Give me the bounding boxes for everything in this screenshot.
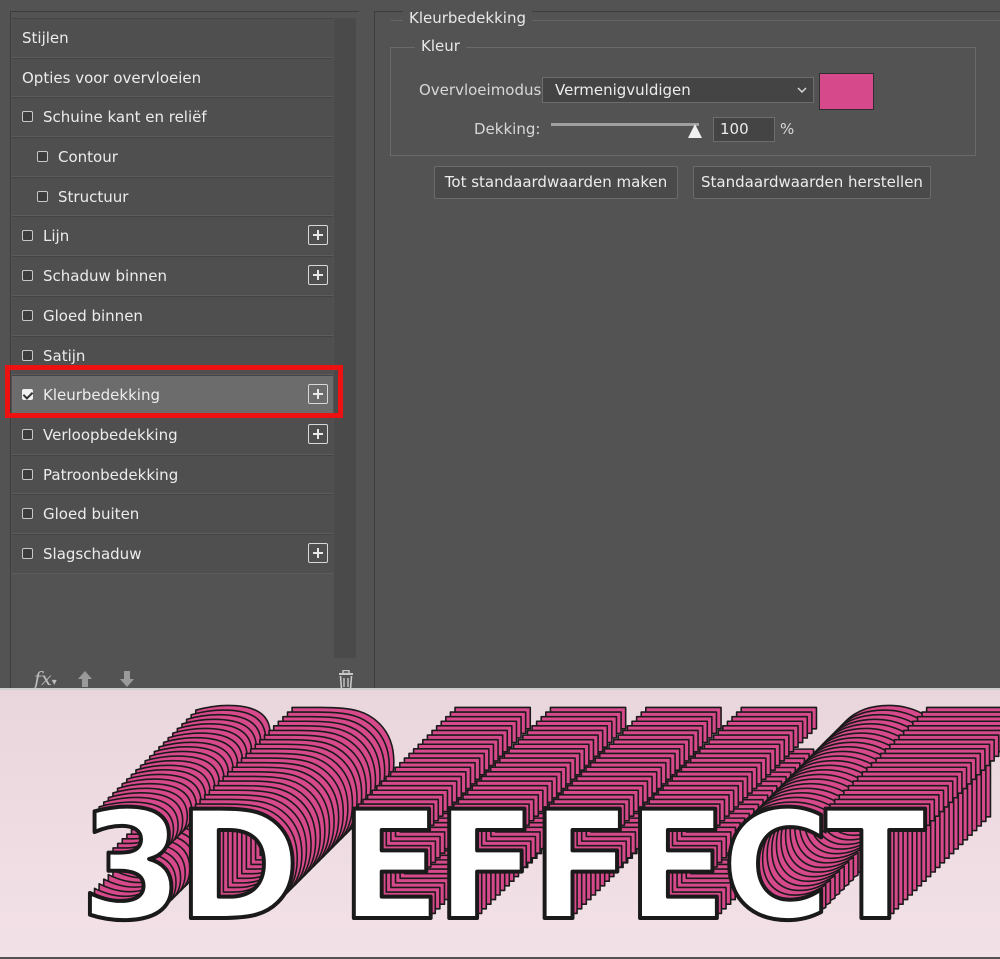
- make-default-button[interactable]: Tot standaardwaarden maken: [434, 166, 678, 199]
- fx-icon[interactable]: fx▾: [34, 668, 57, 690]
- style-item-label: Gloed buiten: [43, 505, 140, 524]
- blend-mode-label: Overvloeimodus:: [419, 81, 547, 99]
- text-face-letters: 3D EFFECT: [80, 780, 926, 954]
- 3d-text-preview: 3D EFFECT3D EFFECT3D EFFECT3D EFFECT3D E…: [78, 690, 1000, 956]
- style-item-label: Verloopbedekking: [43, 425, 178, 444]
- layer-style-dialog: Stijlen Opties voor overvloeien Schuine ka…: [0, 0, 1000, 690]
- style-item-verloopbedekking[interactable]: Verloopbedekking: [12, 414, 333, 455]
- style-item-kleurbedekking[interactable]: Kleurbedekking: [12, 375, 333, 415]
- text-face: 3D EFFECT: [78, 778, 934, 956]
- checkbox[interactable]: [37, 151, 48, 163]
- group-title: Kleurbedekking: [403, 9, 532, 27]
- checkbox[interactable]: [22, 508, 33, 520]
- checkbox[interactable]: [37, 190, 48, 202]
- opacity-input[interactable]: 100: [713, 117, 775, 142]
- style-item-gloed-binnen[interactable]: Gloed binnen: [12, 295, 333, 336]
- styles-list: Stijlen Opties voor overvloeien Schuine ka…: [12, 18, 333, 574]
- style-item-label: Patroonbedekking: [43, 465, 179, 484]
- checkbox[interactable]: [22, 349, 33, 361]
- style-item-label: Kleurbedekking: [43, 386, 160, 405]
- style-item-satijn[interactable]: Satijn: [12, 335, 333, 376]
- checkbox[interactable]: [22, 428, 33, 440]
- percent-label: %: [780, 120, 795, 138]
- checkbox[interactable]: [22, 309, 33, 321]
- color-group-title: Kleur: [415, 37, 466, 55]
- blend-mode-value: Vermenigvuldigen: [555, 81, 691, 99]
- reset-default-button[interactable]: Standaardwaarden herstellen: [693, 166, 931, 199]
- add-icon[interactable]: [308, 265, 328, 286]
- style-item-patroonbedekking[interactable]: Patroonbedekking: [12, 454, 333, 495]
- style-item-schuine-kant-en-reliëf[interactable]: Schuine kant en reliëf: [12, 97, 333, 138]
- style-item-label: Satijn: [43, 346, 86, 365]
- style-item-stijlen[interactable]: Stijlen: [12, 18, 333, 58]
- style-item-label: Contour: [58, 148, 118, 167]
- checkbox[interactable]: [22, 230, 33, 242]
- style-item-label: Gloed binnen: [43, 306, 143, 325]
- checkbox[interactable]: [22, 389, 33, 401]
- settings-panel: Kleurbedekking Kleur Overvloeimodus: Ver…: [374, 9, 1000, 689]
- add-icon[interactable]: [308, 225, 328, 246]
- opacity-slider-track[interactable]: [551, 123, 699, 126]
- style-item-label: Slagschaduw: [43, 544, 142, 563]
- styles-panel: Stijlen Opties voor overvloeien Schuine ka…: [10, 11, 359, 690]
- style-item-label: Stijlen: [22, 29, 69, 47]
- style-item-gloed-buiten[interactable]: Gloed buiten: [12, 494, 333, 534]
- style-item-opties-voor-overvloeien[interactable]: Opties voor overvloeien: [12, 57, 333, 98]
- style-item-label: Structuur: [58, 187, 129, 206]
- color-swatch[interactable]: [819, 73, 874, 110]
- style-item-slagschaduw[interactable]: Slagschaduw: [12, 533, 333, 574]
- fx-label: fx: [34, 668, 52, 690]
- add-icon[interactable]: [308, 423, 328, 444]
- styles-scrollbar[interactable]: [334, 18, 356, 658]
- preview-image: 3D EFFECT 3D EFFECT 3D EFFECT 3D EFFECT 3D E…: [0, 688, 1000, 957]
- chevron-down-icon: [797, 78, 807, 110]
- blend-mode-select[interactable]: Vermenigvuldigen: [542, 77, 814, 103]
- style-item-schaduw-binnen[interactable]: Schaduw binnen: [12, 256, 333, 296]
- opacity-slider-handle[interactable]: [688, 124, 702, 138]
- checkbox[interactable]: [22, 270, 33, 282]
- checkbox[interactable]: [22, 547, 33, 559]
- style-item-label: Lijn: [43, 227, 70, 246]
- style-item-label: Schaduw binnen: [43, 267, 167, 286]
- style-item-lijn[interactable]: Lijn: [12, 216, 333, 257]
- opacity-label: Dekking:: [474, 120, 541, 138]
- style-item-contour[interactable]: Contour: [12, 137, 333, 177]
- add-icon[interactable]: [308, 384, 328, 405]
- style-item-structuur[interactable]: Structuur: [12, 176, 333, 217]
- checkbox[interactable]: [22, 111, 33, 123]
- add-icon[interactable]: [308, 542, 328, 563]
- style-item-label: Opties voor overvloeien: [22, 68, 202, 87]
- checkbox[interactable]: [22, 468, 33, 480]
- style-item-label: Schuine kant en reliëf: [43, 108, 207, 127]
